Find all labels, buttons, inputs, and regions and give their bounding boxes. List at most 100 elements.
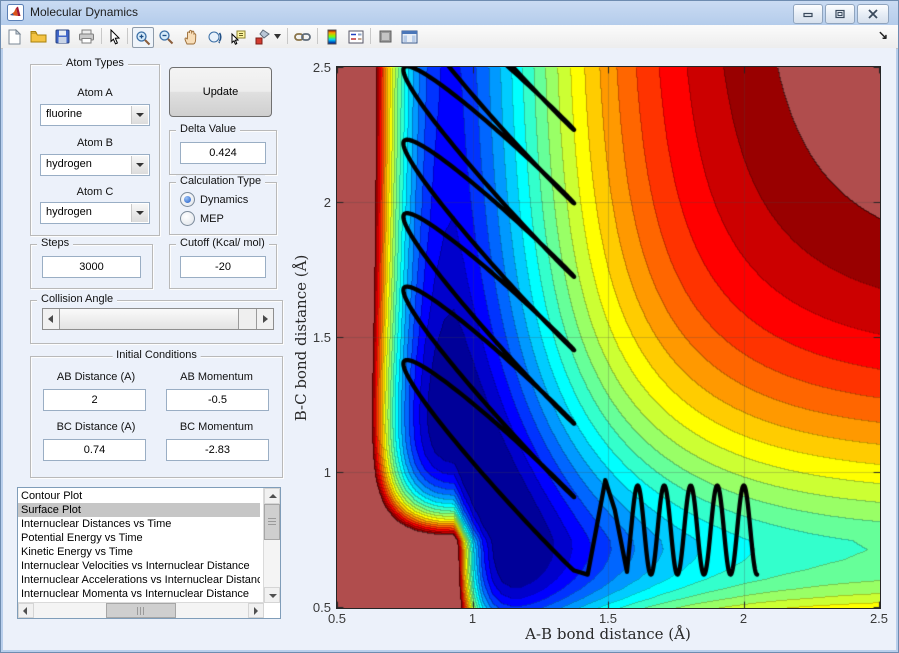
horizontal-scroll-thumb[interactable]	[106, 603, 176, 618]
y-axis-label: B-C bond distance (Å)	[292, 254, 310, 422]
collision-angle-title: Collision Angle	[37, 293, 118, 305]
insert-colorbar-button[interactable]	[322, 27, 342, 46]
scroll-down-button[interactable]	[264, 587, 280, 603]
axes-box	[336, 66, 881, 609]
zoom-in-icon	[136, 30, 151, 45]
ab-distance-label: AB Distance (A)	[56, 371, 136, 383]
mep-radio[interactable]	[180, 211, 195, 226]
atom-b-dropdown[interactable]: hydrogen	[40, 154, 150, 176]
close-button[interactable]	[857, 4, 889, 24]
x-tick-label: 2.5	[869, 611, 889, 626]
dropdown-arrow-icon[interactable]	[131, 156, 148, 174]
x-tick-label: 1	[468, 611, 477, 626]
calculation-type-title: Calculation Type	[176, 175, 266, 187]
ab-distance-field[interactable]: 2	[43, 389, 146, 411]
x-tick-label: 1.5	[598, 611, 618, 626]
ab-momentum-label: AB Momentum	[180, 371, 253, 383]
toolbar-separator	[287, 28, 288, 44]
dropdown-arrow-icon[interactable]	[131, 204, 148, 222]
vertical-scrollbar[interactable]	[263, 488, 280, 603]
plot-type-listbox[interactable]: Contour Plot Surface Plot Internuclear Dis…	[17, 487, 281, 619]
window-title: Molecular Dynamics	[30, 5, 139, 19]
brush-data-button[interactable]	[252, 27, 272, 46]
slider-thumb[interactable]	[59, 309, 239, 329]
dock-figure-arrow-icon[interactable]: ↘	[878, 28, 888, 42]
edit-plot-button[interactable]	[105, 27, 125, 46]
figure-toolbar: ↘	[1, 25, 898, 49]
dynamics-radio[interactable]	[180, 192, 195, 207]
delta-value-panel: Delta Value 0.424	[169, 123, 277, 175]
vertical-scroll-thumb[interactable]	[264, 504, 280, 540]
atom-types-title: Atom Types	[62, 57, 128, 69]
atom-types-panel: Atom Types Atom A fluorine Atom B hydrog…	[30, 57, 160, 236]
slider-left-arrow[interactable]	[43, 309, 60, 329]
rotate-3d-icon	[208, 31, 222, 44]
list-item[interactable]: Internuclear Distances vs Time	[18, 517, 260, 531]
show-plot-tools-button[interactable]	[399, 27, 419, 46]
bc-momentum-label: BC Momentum	[179, 421, 254, 433]
y-tick-label: 0.5	[312, 600, 331, 615]
list-item[interactable]: Kinetic Energy vs Time	[18, 545, 260, 559]
scroll-up-button[interactable]	[264, 488, 280, 504]
zoom-out-button[interactable]	[156, 27, 176, 46]
cutoff-field[interactable]: -20	[180, 256, 266, 278]
maximize-icon	[835, 9, 845, 19]
ab-momentum-field[interactable]: -0.5	[166, 389, 269, 411]
maximize-button[interactable]	[825, 4, 855, 24]
horizontal-scrollbar[interactable]	[18, 602, 264, 618]
data-cursor-icon	[231, 30, 246, 45]
bc-distance-field[interactable]: 0.74	[43, 439, 146, 461]
application-window: Molecular Dynamics ↘ Atom Types Atom A f…	[0, 0, 899, 653]
title-bar[interactable]: Molecular Dynamics	[0, 0, 899, 25]
list-item[interactable]: Internuclear Momenta vs Internuclear Dis…	[18, 587, 260, 601]
print-figure-button[interactable]	[76, 27, 96, 46]
bc-momentum-field[interactable]: -2.83	[166, 439, 269, 461]
delta-value-title: Delta Value	[176, 123, 241, 135]
open-folder-icon	[30, 31, 46, 43]
matlab-logo-icon	[7, 4, 24, 21]
list-item[interactable]: Internuclear Velocities vs Internuclear …	[18, 559, 260, 573]
atom-c-value: hydrogen	[46, 206, 92, 218]
new-document-icon	[8, 28, 21, 44]
minimize-button[interactable]	[793, 4, 823, 24]
rotate-3d-button[interactable]	[204, 27, 224, 46]
delta-value-field[interactable]: 0.424	[180, 142, 266, 164]
save-floppy-icon	[55, 29, 69, 44]
insert-legend-button[interactable]	[346, 27, 366, 46]
hide-plot-tools-button[interactable]	[375, 27, 395, 46]
update-button[interactable]: Update	[169, 67, 272, 117]
brush-icon	[255, 28, 270, 44]
dropdown-arrow-icon[interactable]	[131, 106, 148, 124]
list-item[interactable]: Contour Plot	[18, 489, 260, 503]
toolbar-separator	[317, 28, 318, 44]
link-plot-button[interactable]	[292, 27, 312, 46]
data-cursor-button[interactable]	[228, 27, 248, 46]
list-item[interactable]: Surface Plot	[18, 503, 260, 517]
atom-a-value: fluorine	[46, 108, 83, 120]
open-file-button[interactable]	[28, 27, 48, 46]
list-item[interactable]: Potential Energy vs Time	[18, 531, 260, 545]
steps-title: Steps	[37, 237, 74, 249]
calculation-type-panel: Calculation Type Dynamics MEP	[169, 175, 277, 235]
plot-type-list: Contour Plot Surface Plot Internuclear Dis…	[18, 489, 260, 601]
atom-a-dropdown[interactable]: fluorine	[40, 104, 150, 126]
printer-icon	[78, 29, 94, 44]
toolbar-separator	[101, 28, 102, 44]
collision-angle-slider[interactable]	[42, 308, 274, 330]
new-figure-button[interactable]	[4, 27, 24, 46]
brush-dropdown-caret[interactable]	[272, 27, 283, 46]
steps-field[interactable]: 3000	[42, 256, 141, 278]
scroll-left-button[interactable]	[18, 603, 34, 618]
toolbar-separator	[370, 28, 371, 44]
plot-tools-window-icon	[401, 30, 417, 43]
close-icon	[868, 9, 878, 19]
pan-button[interactable]	[180, 27, 200, 46]
list-item[interactable]: Internuclear Accelerations vs Internucle…	[18, 573, 260, 587]
scroll-right-button[interactable]	[248, 603, 264, 618]
zoom-in-button[interactable]	[132, 27, 154, 48]
potential-energy-surface-plot[interactable]	[337, 67, 880, 608]
slider-right-arrow[interactable]	[256, 309, 273, 329]
atom-c-dropdown[interactable]: hydrogen	[40, 202, 150, 224]
save-figure-button[interactable]	[52, 27, 72, 46]
hand-icon	[184, 29, 196, 44]
